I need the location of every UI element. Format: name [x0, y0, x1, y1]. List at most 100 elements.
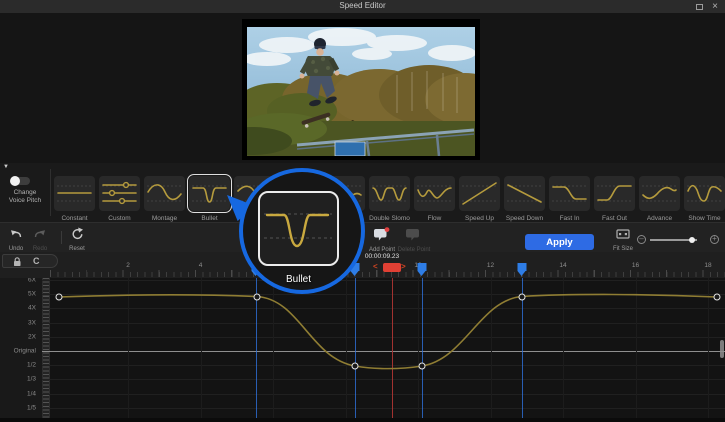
voice-pitch-toggle[interactable]: [11, 177, 30, 185]
gridline-horizontal: [42, 280, 725, 281]
gridline-horizontal: [42, 337, 725, 338]
redo-button[interactable]: Redo: [20, 227, 60, 252]
keyframe-line: [355, 278, 356, 418]
preset-montage[interactable]: Montage: [144, 176, 185, 223]
vertical-scrollbar[interactable]: [720, 340, 724, 358]
montage-curve-icon: [144, 176, 185, 211]
y-axis-label: 4X: [0, 305, 36, 312]
preset-list: ConstantCustomMontageBulletDouble SlomoF…: [54, 176, 725, 223]
zoom-out-icon[interactable]: –: [637, 235, 646, 244]
bullet-curve-icon: [260, 193, 336, 263]
gridline-vertical: [563, 278, 564, 418]
curve-point[interactable]: [56, 294, 63, 301]
redo-icon: [33, 227, 47, 240]
gridline-vertical: [201, 278, 202, 418]
ruler-number: 2: [126, 262, 130, 269]
preset-bullet[interactable]: Bullet: [189, 176, 230, 223]
show-time-curve-icon: [684, 176, 725, 211]
y-axis-ticks: [42, 278, 50, 418]
window-title: Speed Editor: [0, 1, 725, 10]
nudge-left-icon[interactable]: <: [373, 262, 378, 271]
gridline-horizontal: [42, 308, 725, 309]
preset-advance[interactable]: Advance: [639, 176, 680, 223]
preset-show-time[interactable]: Show Time: [684, 176, 725, 223]
gridline-horizontal: [42, 323, 725, 324]
titlebar: Speed Editor ×: [0, 0, 725, 13]
preset-double-slomo[interactable]: Double Slomo: [369, 176, 410, 223]
timeline-ruler[interactable]: C 24681012141618 00:00:09.23 < >: [0, 252, 725, 278]
preset-constant[interactable]: Constant: [54, 176, 95, 223]
maximize-icon[interactable]: [696, 4, 703, 10]
speed-up-curve-icon: [459, 176, 500, 211]
nudge-right-icon[interactable]: >: [401, 262, 406, 271]
lock-tab: C: [2, 254, 58, 268]
gridline-vertical: [636, 278, 637, 418]
speed-editor-window: Speed Editor ×: [0, 0, 725, 422]
add-point-icon: [374, 227, 390, 241]
collapse-panel-icon[interactable]: ▼: [3, 164, 9, 170]
y-axis-label: Original: [0, 348, 36, 355]
y-axis-label: 2X: [0, 333, 36, 340]
playhead-handle[interactable]: [383, 263, 401, 272]
bottom-edge: [0, 418, 725, 422]
preset-fast-in[interactable]: Fast In: [549, 176, 590, 223]
flip-curve-icon[interactable]: C: [33, 256, 40, 266]
preset-speed-up[interactable]: Speed Up: [459, 176, 500, 223]
reset-icon: [71, 227, 84, 240]
video-preview[interactable]: [247, 27, 475, 156]
fit-size-icon: [616, 228, 630, 240]
keyframe-marker[interactable]: [418, 263, 427, 271]
gridline-horizontal: [42, 294, 725, 295]
zoom-slider-handle[interactable]: [689, 237, 695, 243]
gridline-vertical: [491, 278, 492, 418]
gridline-horizontal: [42, 365, 725, 366]
y-axis-label: 5X: [0, 291, 36, 298]
playhead-line: [392, 278, 393, 418]
keyframe-line: [422, 278, 423, 418]
fast-in-curve-icon: [549, 176, 590, 211]
double-slomo-curve-icon: [369, 176, 410, 211]
voice-pitch-label: Change Voice Pitch: [0, 189, 50, 205]
reset-button[interactable]: Reset: [57, 227, 97, 252]
gridline-vertical: [273, 278, 274, 418]
y-axis-label: 6X: [0, 278, 36, 284]
ruler-number: 14: [559, 262, 566, 269]
gridline-horizontal: [42, 351, 725, 352]
ruler-number: 12: [487, 262, 494, 269]
constant-curve-icon: [54, 176, 95, 211]
gridline-vertical: [346, 278, 347, 418]
y-axis-label: 1/5: [0, 404, 36, 411]
lock-icon[interactable]: [11, 256, 23, 267]
fast-out-curve-icon: [594, 176, 635, 211]
ruler-number: 18: [704, 262, 711, 269]
curve-point[interactable]: [419, 363, 426, 370]
magnified-bullet-thumbnail: [258, 191, 339, 266]
y-axis-label: 3X: [0, 319, 36, 326]
curve-point[interactable]: [714, 294, 721, 301]
delete-point-icon: [406, 227, 422, 241]
zoom-in-icon[interactable]: +: [710, 235, 719, 244]
keyframe-marker[interactable]: [518, 263, 527, 271]
bullet-curve-icon: [189, 176, 230, 211]
preset-speed-down[interactable]: Speed Down: [504, 176, 545, 223]
curve-point[interactable]: [254, 293, 261, 300]
gridline-horizontal: [42, 408, 725, 409]
gridline-horizontal: [42, 394, 725, 395]
y-axis-label: 1/2: [0, 362, 36, 369]
curve-point[interactable]: [519, 293, 526, 300]
video-frame: [242, 19, 480, 160]
preset-fast-out[interactable]: Fast Out: [594, 176, 635, 223]
apply-button[interactable]: Apply: [525, 234, 594, 250]
preset-custom[interactable]: Custom: [99, 176, 140, 223]
speed-curve-graph[interactable]: 6X 5X 4X 3X 2X Original 1/2 1/3 1/4 1/5: [0, 278, 725, 418]
close-icon[interactable]: ×: [712, 0, 718, 13]
y-axis-label: 1/4: [0, 390, 36, 397]
preset-flow[interactable]: Flow: [414, 176, 455, 223]
gridline-vertical: [418, 278, 419, 418]
curve-point[interactable]: [352, 363, 359, 370]
custom-curve-icon: [99, 176, 140, 211]
gridline-horizontal: [42, 379, 725, 380]
speed-down-curve-icon: [504, 176, 545, 211]
y-axis-label: 1/3: [0, 376, 36, 383]
delete-point-button[interactable]: Delete Point: [394, 227, 434, 253]
